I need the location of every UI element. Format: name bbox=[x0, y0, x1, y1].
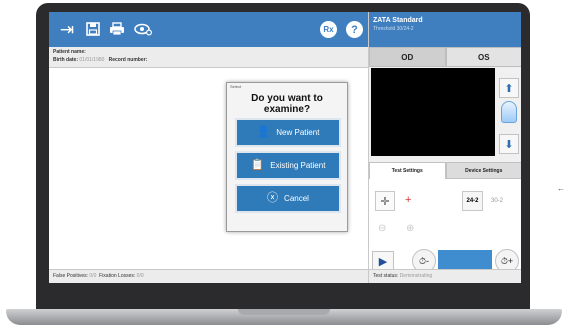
tab-od[interactable]: OD bbox=[369, 47, 446, 67]
app-screen: ⇥ Rx ? Patient name: Birth date: 01/01/1… bbox=[49, 12, 521, 283]
cancel-button[interactable]: ⓧ Cancel bbox=[235, 184, 341, 213]
down-arrow-icon[interactable]: ⬇ bbox=[499, 134, 519, 154]
fixation-losses-value: 0/0 bbox=[136, 273, 144, 279]
new-patient-icon: 👤 bbox=[256, 126, 271, 138]
fixation-cross-icon[interactable]: ✛ bbox=[375, 191, 395, 211]
test-status-label: Test status: bbox=[373, 273, 399, 279]
pointer-arrow-icon: ← bbox=[557, 184, 565, 193]
pattern-30-2-option[interactable]: 30-2 bbox=[491, 198, 503, 204]
tab-os[interactable]: OS bbox=[445, 47, 521, 67]
birth-date-value: 01/01/1980 bbox=[79, 57, 105, 63]
new-patient-label: New Patient bbox=[276, 128, 320, 137]
help-button[interactable]: ? bbox=[346, 21, 363, 38]
exam-title: ZATA Standard bbox=[373, 17, 423, 24]
right-panel: ZATA Standard Threshold 30/24-2 OD OS ⬆ … bbox=[368, 12, 521, 283]
new-patient-button[interactable]: 👤 New Patient bbox=[235, 118, 341, 147]
lens-icon bbox=[501, 101, 517, 123]
faded-cross-icon: ⊕ bbox=[406, 223, 415, 234]
close-circle-icon: ⓧ bbox=[267, 192, 279, 204]
dialog-title: Select bbox=[230, 84, 242, 89]
exam-subtitle: Threshold 30/24-2 bbox=[373, 26, 414, 32]
test-status-value: Demonstrating bbox=[399, 273, 433, 279]
right-status-bar: Test status: Demonstrating bbox=[369, 269, 521, 283]
up-arrow-icon[interactable]: ⬆ bbox=[499, 78, 519, 98]
fixation-losses-label: Fixation Losses: bbox=[99, 273, 136, 279]
red-cross-icon[interactable]: + bbox=[405, 194, 411, 206]
dialog-question: Do you want to examine? bbox=[251, 93, 323, 115]
record-number-label: Record number: bbox=[108, 57, 148, 63]
exam-header: ZATA Standard Threshold 30/24-2 bbox=[369, 12, 521, 47]
rx-button[interactable]: Rx bbox=[320, 21, 337, 38]
settings-body: ✛ + ⊖ ⊕ 24-2 30-2 ▶ ⏱- ⏱+ bbox=[369, 179, 521, 273]
pattern-24-2-button[interactable]: 24-2 bbox=[462, 191, 483, 211]
patient-info-bar: Patient name: Birth date: 01/01/1980 Rec… bbox=[49, 47, 368, 68]
existing-patient-label: Existing Patient bbox=[270, 161, 326, 170]
eye-camera-view bbox=[371, 68, 495, 156]
eye-settings-icon[interactable] bbox=[133, 19, 153, 39]
faded-target-icon: ⊖ bbox=[378, 223, 387, 234]
existing-patient-icon: 📋 bbox=[250, 159, 265, 171]
left-status-bar: False Positives: 0/0 Fixation Losses: 0/… bbox=[49, 269, 368, 283]
play-icon[interactable]: ▶ bbox=[372, 251, 394, 271]
lens-controls: ⬆ ⬇ bbox=[497, 68, 520, 156]
false-positives-value: 0/0 bbox=[89, 273, 97, 279]
print-icon[interactable] bbox=[107, 19, 127, 39]
false-positives-label: False Positives: bbox=[53, 273, 89, 279]
enter-icon[interactable]: ⇥ bbox=[57, 19, 77, 39]
settings-tabs: Test Settings Device Settings bbox=[369, 162, 521, 179]
existing-patient-button[interactable]: 📋 Existing Patient bbox=[235, 151, 341, 180]
eye-tabs: OD OS bbox=[369, 47, 521, 67]
examine-dialog: Select Do you want to examine? 👤 New Pat… bbox=[226, 82, 348, 232]
tab-device-settings[interactable]: Device Settings bbox=[445, 162, 521, 179]
save-icon[interactable] bbox=[83, 19, 103, 39]
cancel-label: Cancel bbox=[284, 194, 309, 203]
laptop-notch bbox=[238, 309, 330, 315]
main-toolbar: ⇥ Rx ? bbox=[49, 12, 368, 47]
patient-name-label: Patient name: bbox=[53, 49, 86, 55]
birth-date-label: Birth date: bbox=[53, 57, 78, 63]
tab-test-settings[interactable]: Test Settings bbox=[369, 162, 446, 179]
